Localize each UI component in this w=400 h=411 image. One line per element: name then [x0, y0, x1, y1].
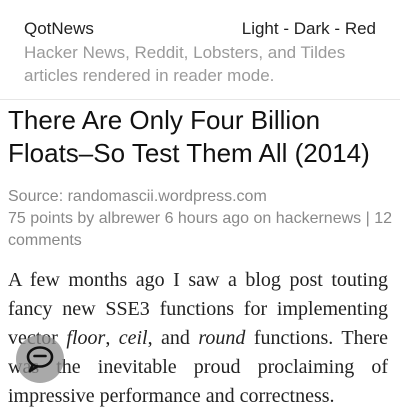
article-title: There Are Only Four Billion Floats–So Te… [8, 105, 370, 168]
article-body: A few months ago I saw a blog post touti… [8, 269, 388, 407]
comments-button[interactable] [16, 335, 64, 383]
header-divider [0, 99, 400, 100]
hackernews-link[interactable]: hackernews [276, 210, 361, 227]
points: 75 points [8, 210, 73, 227]
info-line: 75 points by albrewer 6 hours ago on hac… [8, 210, 393, 249]
theme-red-link[interactable]: Red [345, 19, 376, 38]
theme-dark-link[interactable]: Dark [294, 19, 330, 38]
source-link[interactable]: randomascii.wordpress.com [68, 188, 267, 205]
comment-icon [26, 346, 54, 373]
site-tagline: Hacker News, Reddit, Lobsters, and Tilde… [24, 43, 346, 85]
article-meta: Source: randomascii.wordpress.com 75 poi… [8, 186, 396, 252]
site-header: QotNews Light - Dark - Red Hacker News, … [24, 18, 376, 87]
theme-light-link[interactable]: Light [242, 19, 279, 38]
source-line: Source: randomascii.wordpress.com [8, 188, 267, 205]
age-link[interactable]: 6 hours ago [165, 210, 250, 227]
theme-switcher: Light - Dark - Red [241, 19, 376, 38]
site-logo[interactable]: QotNews [24, 18, 94, 40]
author-link[interactable]: albrewer [99, 210, 160, 227]
